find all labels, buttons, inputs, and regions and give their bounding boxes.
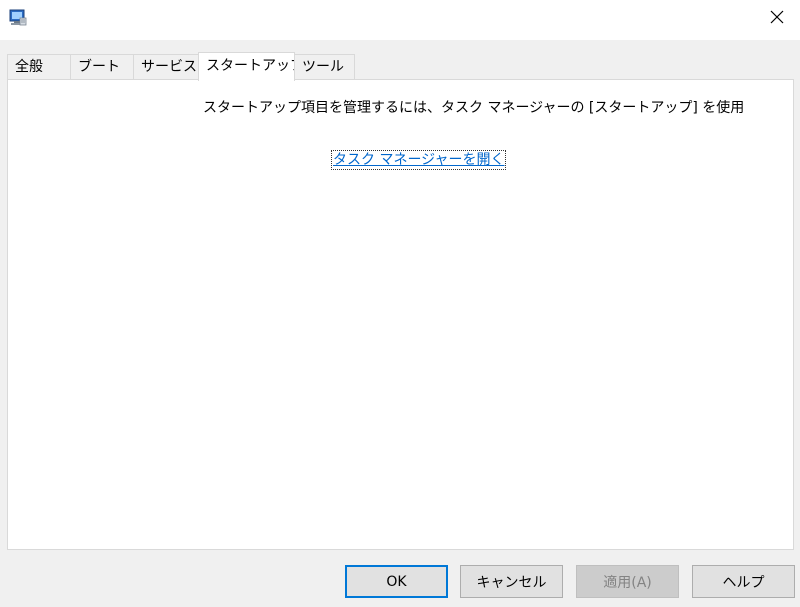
startup-message: スタートアップ項目を管理するには、タスク マネージャーの [スタートアップ] を… [203,100,743,116]
open-task-manager-link[interactable]: タスク マネージャーを開く [331,150,507,170]
tab-label: ブート [78,59,120,75]
startup-tab-panel: スタートアップ項目を管理するには、タスク マネージャーの [スタートアップ] を… [7,79,794,550]
tab-tools[interactable]: ツール [294,54,355,79]
ok-button[interactable]: OK [345,565,448,598]
apply-button[interactable]: 適用(A) [576,565,679,598]
msconfig-computer-icon [8,8,28,28]
tab-strip: 全般 ブート サービス スタートアップ ツール [7,52,797,81]
close-button[interactable] [754,0,800,36]
tab-services[interactable]: サービス [133,54,199,79]
tab-startup[interactable]: スタートアップ [198,52,295,81]
title-bar [0,0,800,40]
tab-label: ツール [302,59,344,75]
cancel-button[interactable]: キャンセル [460,565,563,598]
close-icon [770,9,784,28]
tab-label: 全般 [15,59,43,75]
tab-general[interactable]: 全般 [7,54,71,79]
tab-label: スタートアップ [206,58,295,74]
tab-boot[interactable]: ブート [70,54,134,79]
tab-label: サービス [141,59,197,75]
help-button[interactable]: ヘルプ [692,565,795,598]
startup-message-overflow [203,116,263,122]
